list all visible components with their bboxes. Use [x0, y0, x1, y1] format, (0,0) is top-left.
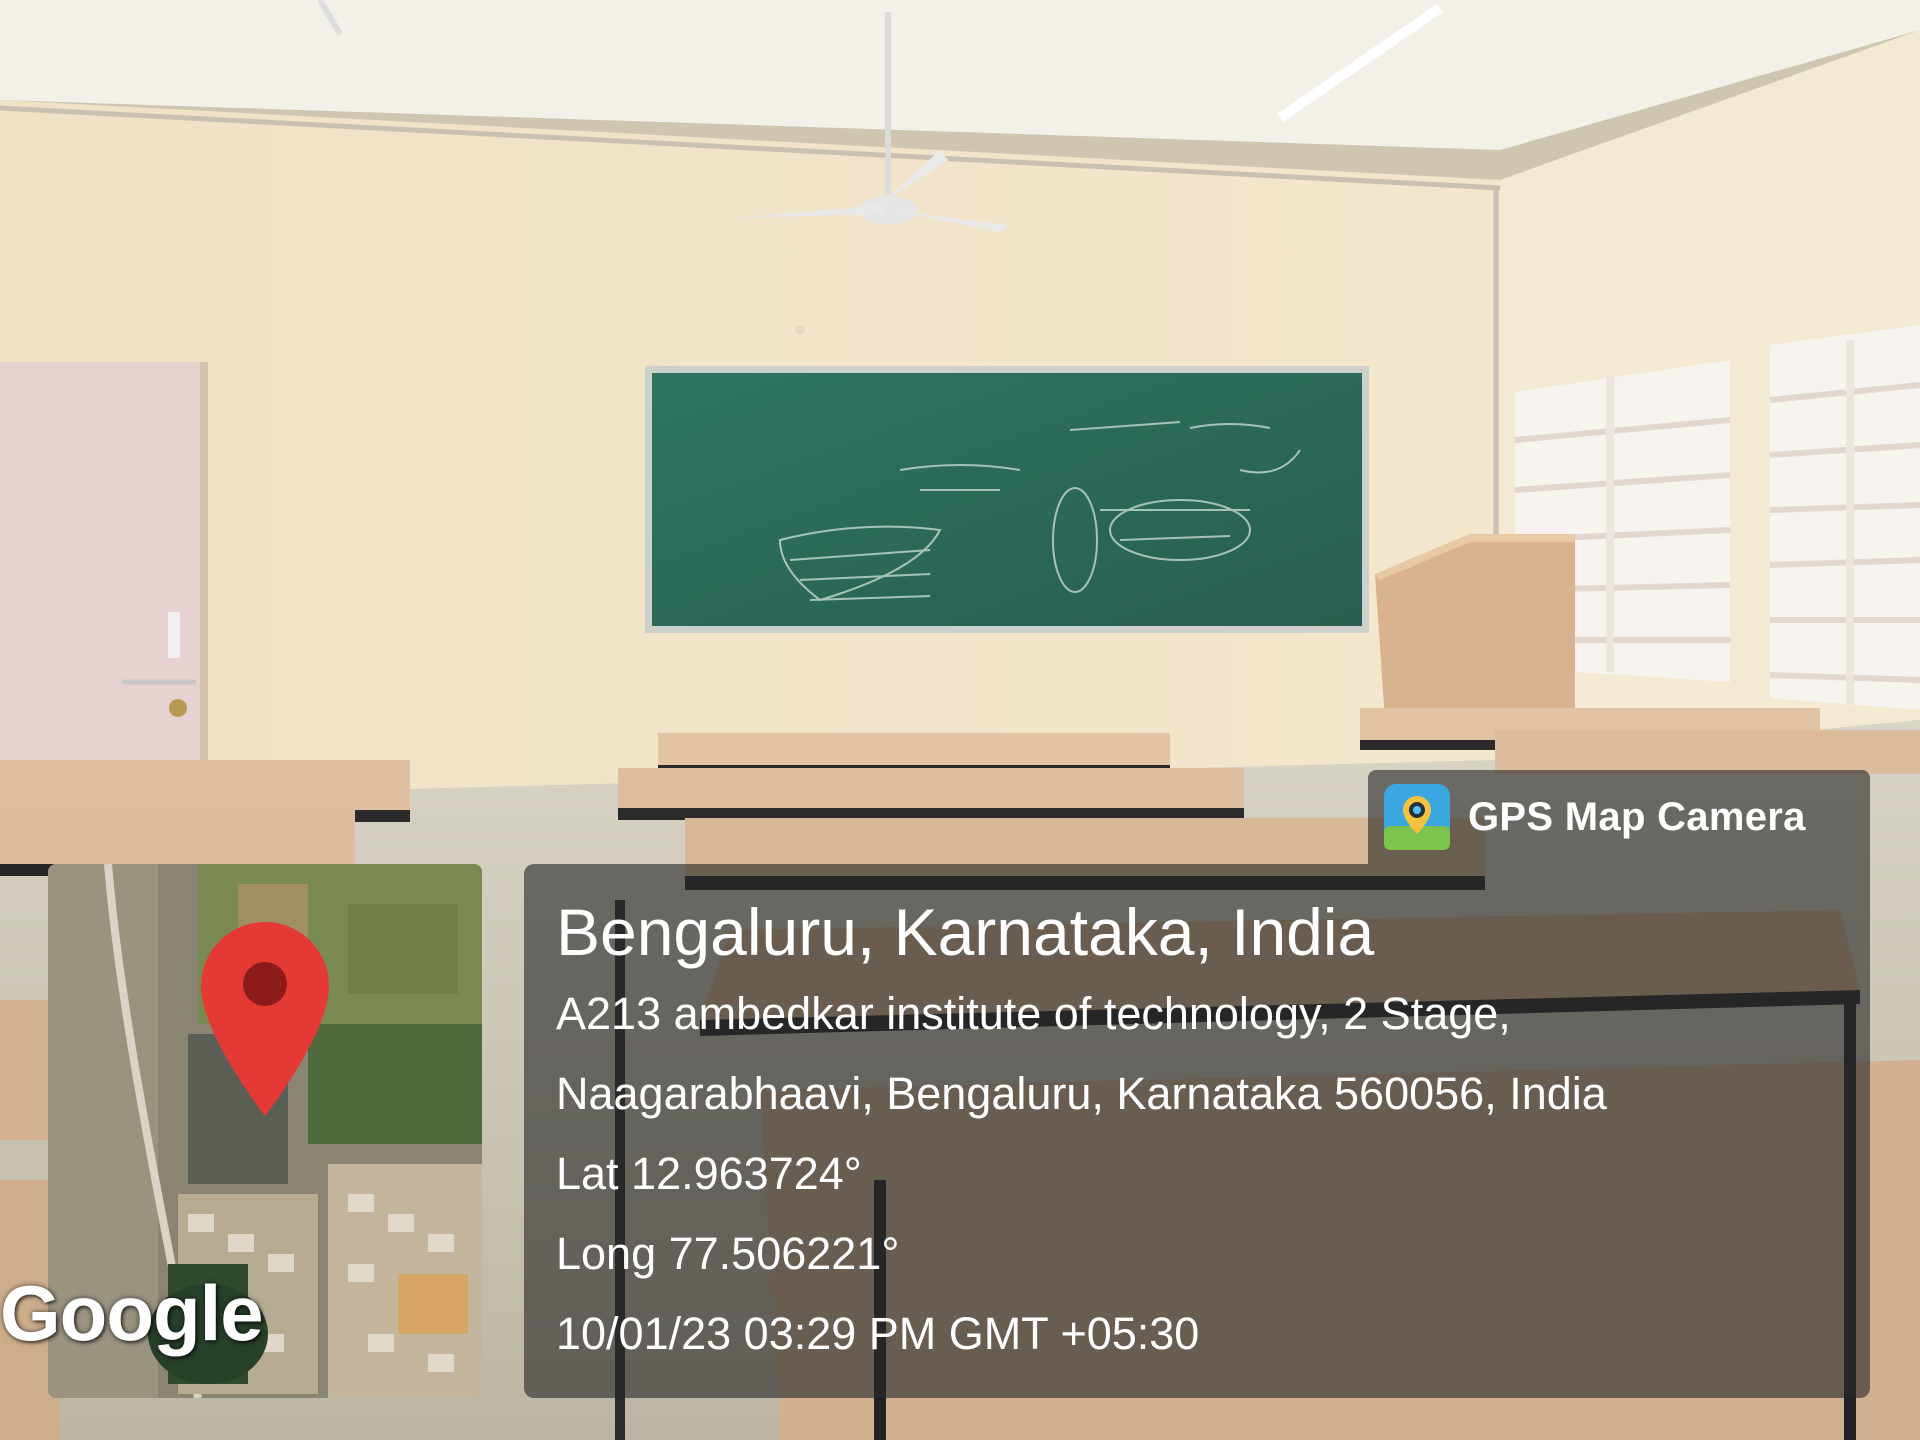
address-line-1: A213 ambedkar institute of technology, 2…: [556, 988, 1511, 1039]
app-name: GPS Map Camera: [1468, 794, 1806, 839]
app-badge: GPS Map Camera: [1368, 770, 1870, 864]
gps-camera-icon: [1384, 784, 1450, 850]
longitude-text: Long 77.506221°: [556, 1228, 900, 1279]
location-title: Bengaluru, Karnataka, India: [556, 895, 1375, 969]
location-info-panel: Bengaluru, Karnataka, India A213 ambedka…: [524, 864, 1870, 1398]
google-logo: Google: [0, 1269, 264, 1357]
address-line-2: Naagarabhaavi, Bengaluru, Karnataka 5600…: [556, 1068, 1607, 1119]
timestamp-text: 10/01/23 03:29 PM GMT +05:30: [556, 1308, 1200, 1359]
latitude-text: Lat 12.963724°: [556, 1148, 862, 1199]
